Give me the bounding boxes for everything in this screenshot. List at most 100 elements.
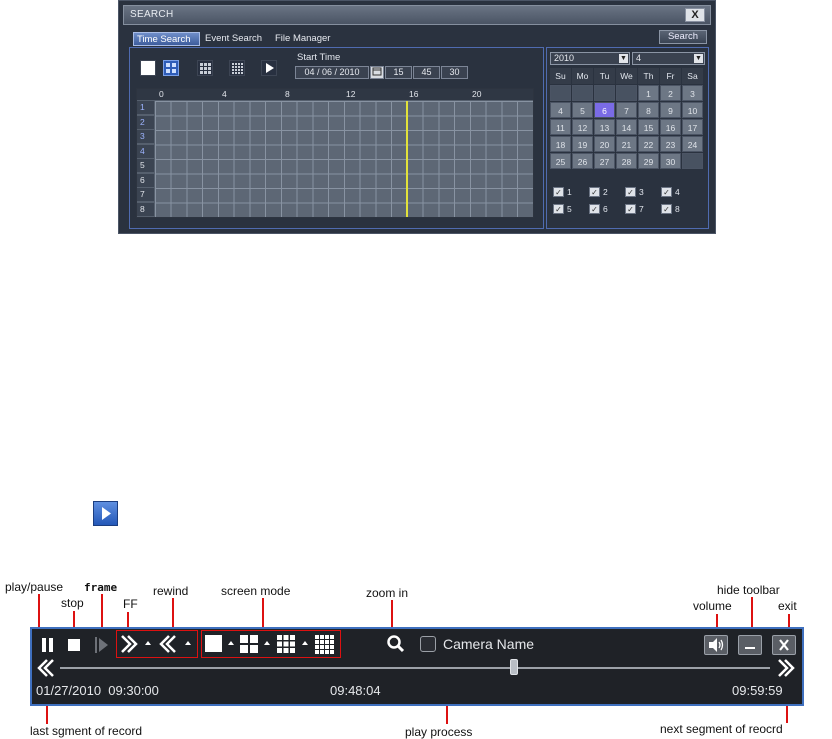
calendar-day[interactable]: 19 — [572, 136, 593, 152]
camera-checkbox[interactable]: ✓ 6 — [589, 203, 623, 217]
calendar-day[interactable]: 10 — [682, 102, 703, 118]
next-segment-button[interactable] — [776, 658, 796, 678]
pause-button[interactable] — [40, 635, 56, 655]
search-button[interactable]: Search — [659, 30, 707, 44]
calendar-day[interactable]: 22 — [638, 136, 659, 152]
calendar-day[interactable]: 20 — [594, 136, 615, 152]
camera-checkbox[interactable]: ✓ 5 — [553, 203, 587, 217]
year-select[interactable]: 2010 ▼ — [550, 52, 630, 65]
month-select[interactable]: 4 ▼ — [632, 52, 705, 65]
annotation-zoom-in: zoom in — [366, 586, 409, 600]
quad-screen-mode-button[interactable] — [240, 635, 258, 653]
quad-mode-menu-icon[interactable] — [264, 641, 270, 645]
camera-checkbox[interactable]: ✓ 1 — [553, 186, 587, 200]
second-field[interactable]: 30 — [441, 66, 468, 79]
camera-checkbox[interactable]: ✓ 8 — [661, 203, 695, 217]
search-play-button[interactable] — [261, 60, 277, 76]
calendar-day[interactable]: 8 — [638, 102, 659, 118]
tab-file-manager[interactable]: File Manager — [272, 32, 338, 46]
camera-checkbox[interactable]: ✓ 3 — [625, 186, 659, 200]
calendar-day[interactable]: 1 — [638, 85, 659, 101]
calendar-day[interactable]: 15 — [638, 119, 659, 135]
stop-button[interactable] — [66, 635, 82, 655]
calendar-day[interactable]: 28 — [616, 153, 637, 169]
channel-label[interactable]: 5 — [137, 159, 154, 172]
camera-checkbox[interactable]: ✓ 4 — [661, 186, 695, 200]
rewind-speed-up-icon[interactable] — [185, 641, 191, 645]
annotation-rewind: rewind — [153, 584, 189, 598]
calendar-day[interactable]: 24 — [682, 136, 703, 152]
calendar-day[interactable]: 11 — [550, 119, 571, 135]
calendar-day[interactable]: 6 — [594, 102, 615, 118]
tab-event-search[interactable]: Event Search — [202, 32, 272, 46]
calendar-day[interactable]: 13 — [594, 119, 615, 135]
calendar-day[interactable]: 4 — [550, 102, 571, 118]
date-field[interactable]: 04 / 06 / 2010 — [295, 66, 369, 79]
calendar-day[interactable]: 26 — [572, 153, 593, 169]
channel-label[interactable]: 8 — [137, 202, 154, 216]
sixteen-screen-button[interactable] — [229, 60, 245, 76]
channel-label[interactable]: 2 — [137, 115, 154, 129]
minute-field[interactable]: 45 — [413, 66, 440, 79]
tab-time-search[interactable]: Time Search — [133, 32, 200, 46]
channel-label[interactable]: 1 — [137, 101, 154, 114]
channel-label[interactable]: 7 — [137, 188, 154, 201]
camera-checkbox[interactable]: ✓ 7 — [625, 203, 659, 217]
hide-toolbar-button[interactable] — [738, 635, 762, 655]
sixteen-screen-mode-button[interactable] — [315, 635, 334, 654]
camera-checkboxes: ✓ 1 ✓ 2 ✓ 3 ✓ 4 ✓ 5 ✓ 6 ✓ 7 ✓ 8 — [553, 186, 707, 226]
calendar-day[interactable]: 29 — [638, 153, 659, 169]
fast-forward-button[interactable] — [119, 634, 139, 654]
calendar-day[interactable]: 18 — [550, 136, 571, 152]
exit-button[interactable] — [772, 635, 796, 655]
search-window: SEARCH X Time Search Event Search File M… — [118, 0, 716, 234]
progress-track[interactable] — [60, 667, 770, 669]
calendar-day[interactable]: 14 — [616, 119, 637, 135]
calendar-day[interactable]: 9 — [660, 102, 681, 118]
playback-button[interactable] — [93, 501, 118, 526]
pause-icon — [42, 638, 53, 652]
calendar-day[interactable]: 3 — [682, 85, 703, 101]
calendar-day[interactable]: 25 — [550, 153, 571, 169]
single-screen-mode-button[interactable] — [205, 635, 222, 652]
rewind-button[interactable] — [158, 634, 178, 654]
magnifier-icon — [387, 635, 405, 653]
calendar-picker-button[interactable] — [370, 66, 384, 79]
volume-button[interactable] — [704, 635, 728, 655]
frame-button[interactable] — [94, 635, 110, 655]
calendar-icon — [372, 67, 382, 76]
channel-label[interactable]: 6 — [137, 173, 154, 187]
speaker-icon — [709, 638, 724, 652]
ff-speed-up-icon[interactable] — [145, 641, 151, 645]
channel-label[interactable]: 3 — [137, 130, 154, 143]
calendar-day[interactable]: 7 — [616, 102, 637, 118]
calendar-day[interactable]: 23 — [660, 136, 681, 152]
nine-mode-menu-icon[interactable] — [302, 641, 308, 645]
nine-screen-button[interactable] — [197, 60, 213, 76]
progress-handle[interactable] — [510, 659, 519, 675]
camera-label: 1 — [567, 187, 572, 197]
sixteen-grid-icon — [315, 635, 334, 654]
calendar-day[interactable]: 30 — [660, 153, 681, 169]
camera-checkbox[interactable]: ✓ 2 — [589, 186, 623, 200]
camera-name-checkbox[interactable] — [420, 636, 436, 652]
calendar-day[interactable]: 17 — [682, 119, 703, 135]
zoom-in-button[interactable] — [386, 634, 406, 654]
close-button[interactable]: X — [685, 8, 705, 22]
hour-field[interactable]: 15 — [385, 66, 412, 79]
single-mode-menu-icon[interactable] — [228, 641, 234, 645]
previous-segment-button[interactable] — [36, 658, 56, 678]
calendar-day[interactable]: 16 — [660, 119, 681, 135]
calendar-day[interactable]: 2 — [660, 85, 681, 101]
channel-label[interactable]: 4 — [137, 144, 154, 158]
timeline-grid[interactable] — [155, 101, 533, 217]
nine-grid-icon — [277, 635, 295, 653]
record-timeline[interactable]: 0 4 8 12 16 20 1 2 3 4 5 6 7 8 — [136, 88, 534, 218]
single-screen-button[interactable] — [140, 60, 156, 76]
nine-screen-mode-button[interactable] — [277, 635, 295, 653]
quad-screen-button[interactable] — [163, 60, 179, 76]
calendar-day[interactable]: 27 — [594, 153, 615, 169]
calendar-day[interactable]: 21 — [616, 136, 637, 152]
calendar-day[interactable]: 12 — [572, 119, 593, 135]
calendar-day[interactable]: 5 — [572, 102, 593, 118]
